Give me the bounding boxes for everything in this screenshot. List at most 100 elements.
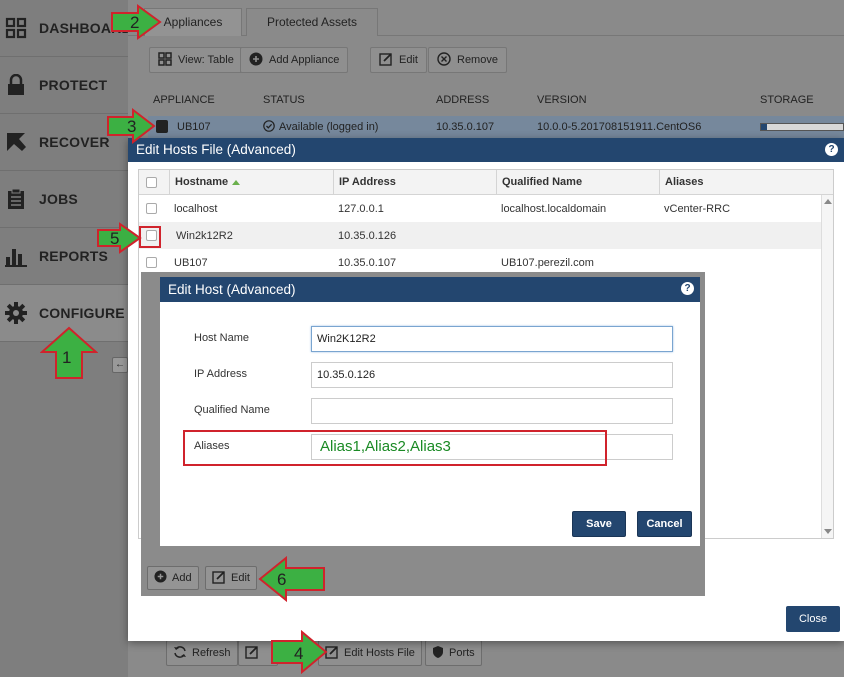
- button-label: Remove: [457, 54, 498, 66]
- edit-icon: [379, 52, 393, 69]
- col-label: Hostname: [175, 176, 229, 188]
- edit-host-button[interactable]: Edit: [205, 566, 257, 590]
- button-label: Edit: [231, 572, 250, 584]
- clipboard-icon: [4, 187, 28, 211]
- close-button[interactable]: Close: [786, 606, 840, 632]
- button-label: Add Appliance: [269, 54, 340, 66]
- cell-ip: 10.35.0.126: [338, 230, 397, 242]
- plus-circle-icon: [249, 52, 263, 69]
- annotation-arrow-2: 2: [111, 4, 162, 40]
- annotation-arrow-5: 5: [97, 222, 142, 254]
- qualified-name-input[interactable]: [311, 398, 673, 424]
- tab-label: Protected Assets: [266, 15, 358, 29]
- gear-icon: [4, 301, 28, 325]
- appliance-row[interactable]: UB107 Available (logged in) 10.35.0.107 …: [148, 116, 844, 138]
- dialog-title: Edit Host (Advanced): [168, 282, 296, 297]
- cell-qualified: UB107.perezil.com: [501, 257, 594, 269]
- nav-jobs[interactable]: JOBS: [0, 171, 128, 228]
- bar-chart-icon: [4, 244, 28, 268]
- col-storage[interactable]: STORAGE: [760, 94, 814, 106]
- aliases-annotation-text: Alias1,Alias2,Alias3: [320, 438, 451, 455]
- nav-label: JOBS: [39, 191, 78, 207]
- nav-label: RECOVER: [39, 134, 110, 150]
- nav-dashboard[interactable]: DASHBOARD: [0, 0, 132, 57]
- appliance-logo-icon: [156, 120, 168, 133]
- add-appliance-button[interactable]: Add Appliance: [240, 47, 349, 73]
- col-label: Qualified Name: [502, 176, 583, 188]
- check-circle-icon: [263, 120, 275, 135]
- dashboard-grid-icon: [4, 16, 28, 40]
- annotation-number: 6: [277, 570, 286, 589]
- annotation-number: 5: [110, 229, 119, 248]
- collapse-sidebar-button[interactable]: ←: [112, 357, 128, 373]
- cell-hostname: UB107: [174, 257, 208, 269]
- annotation-number: 1: [62, 348, 71, 367]
- button-label: Edit Hosts File: [344, 647, 415, 659]
- appliance-version: 10.0.0-5.201708151911.CentOS6: [537, 121, 702, 133]
- hosts-row[interactable]: Win2k12R2 10.35.0.126: [139, 222, 823, 249]
- tab-protected-assets[interactable]: Protected Assets: [246, 8, 378, 36]
- hosts-table-header: Hostname IP Address Qualified Name Alias…: [139, 170, 833, 195]
- button-label: Edit: [399, 54, 418, 66]
- refresh-button[interactable]: Refresh: [166, 640, 238, 666]
- nav-label: PROTECT: [39, 77, 108, 93]
- remove-circle-icon: [437, 51, 451, 69]
- dialog-title-bar: Edit Hosts File (Advanced) ?: [128, 138, 844, 162]
- ip-address-input[interactable]: 10.35.0.126: [311, 362, 673, 388]
- select-all-checkbox[interactable]: [146, 177, 157, 188]
- cancel-button[interactable]: Cancel: [637, 511, 692, 537]
- scroll-up-icon[interactable]: [824, 199, 832, 204]
- save-button[interactable]: Save: [572, 511, 626, 537]
- col-address[interactable]: ADDRESS: [436, 94, 489, 106]
- edit-appliance-button[interactable]: Edit: [370, 47, 427, 73]
- grid-view-icon: [158, 51, 172, 69]
- tab-label: Appliances: [163, 15, 223, 29]
- shield-icon: [432, 645, 444, 662]
- button-label: View: Table: [178, 54, 234, 66]
- col-hostname[interactable]: Hostname: [169, 170, 333, 195]
- help-icon[interactable]: ?: [825, 143, 838, 156]
- cell-ip: 127.0.0.1: [338, 203, 384, 215]
- cell-qualified: localhost.localdomain: [501, 203, 607, 215]
- annotation-arrow-1: 1: [40, 326, 98, 379]
- recover-arrow-icon: [4, 130, 28, 154]
- col-version[interactable]: VERSION: [537, 94, 587, 106]
- sort-ascending-icon: [232, 179, 241, 185]
- tabs-bar: Appliances Protected Assets: [128, 0, 844, 36]
- cell-aliases: vCenter-RRC: [664, 203, 731, 215]
- col-status[interactable]: STATUS: [263, 94, 305, 106]
- add-host-button[interactable]: Add: [147, 566, 199, 590]
- col-ip-address[interactable]: IP Address: [333, 170, 496, 195]
- annotation-arrow-6: 6: [258, 556, 325, 602]
- row-checkbox[interactable]: [146, 257, 157, 268]
- ports-button[interactable]: Ports: [425, 640, 482, 666]
- appliance-name: UB107: [177, 121, 211, 133]
- col-label: Aliases: [665, 176, 704, 188]
- annotation-number: 4: [294, 644, 303, 663]
- dialog-title-bar: Edit Host (Advanced) ?: [160, 277, 700, 302]
- hosts-row[interactable]: localhost 127.0.0.1 localhost.localdomai…: [139, 195, 823, 222]
- help-icon[interactable]: ?: [681, 282, 694, 295]
- button-label: Refresh: [192, 647, 231, 659]
- col-qualified-name[interactable]: Qualified Name: [496, 170, 659, 195]
- col-label: IP Address: [339, 176, 396, 188]
- ip-address-label: IP Address: [194, 368, 247, 380]
- host-name-label: Host Name: [194, 332, 250, 344]
- hosts-table-scrollbar[interactable]: [821, 195, 833, 538]
- edit-icon: [245, 645, 259, 662]
- scroll-down-icon[interactable]: [824, 529, 832, 534]
- row-checkbox[interactable]: [146, 203, 157, 214]
- button-label: Ports: [449, 647, 475, 659]
- col-appliance[interactable]: APPLIANCE: [153, 94, 215, 106]
- edit-host-dialog: Edit Host (Advanced) ? Host Name Win2K12…: [160, 277, 700, 546]
- lock-icon: [4, 73, 28, 97]
- remove-appliance-button[interactable]: Remove: [428, 47, 507, 73]
- col-aliases[interactable]: Aliases: [659, 170, 822, 195]
- annotation-number: 2: [130, 13, 139, 32]
- nav-protect[interactable]: PROTECT: [0, 57, 128, 114]
- annotation-arrow-4: 4: [271, 630, 328, 674]
- host-name-input[interactable]: Win2K12R2: [311, 326, 673, 352]
- appliance-address: 10.35.0.107: [436, 121, 495, 133]
- view-table-button[interactable]: View: Table: [149, 47, 243, 73]
- edit-hosts-file-button[interactable]: Edit Hosts File: [318, 640, 422, 666]
